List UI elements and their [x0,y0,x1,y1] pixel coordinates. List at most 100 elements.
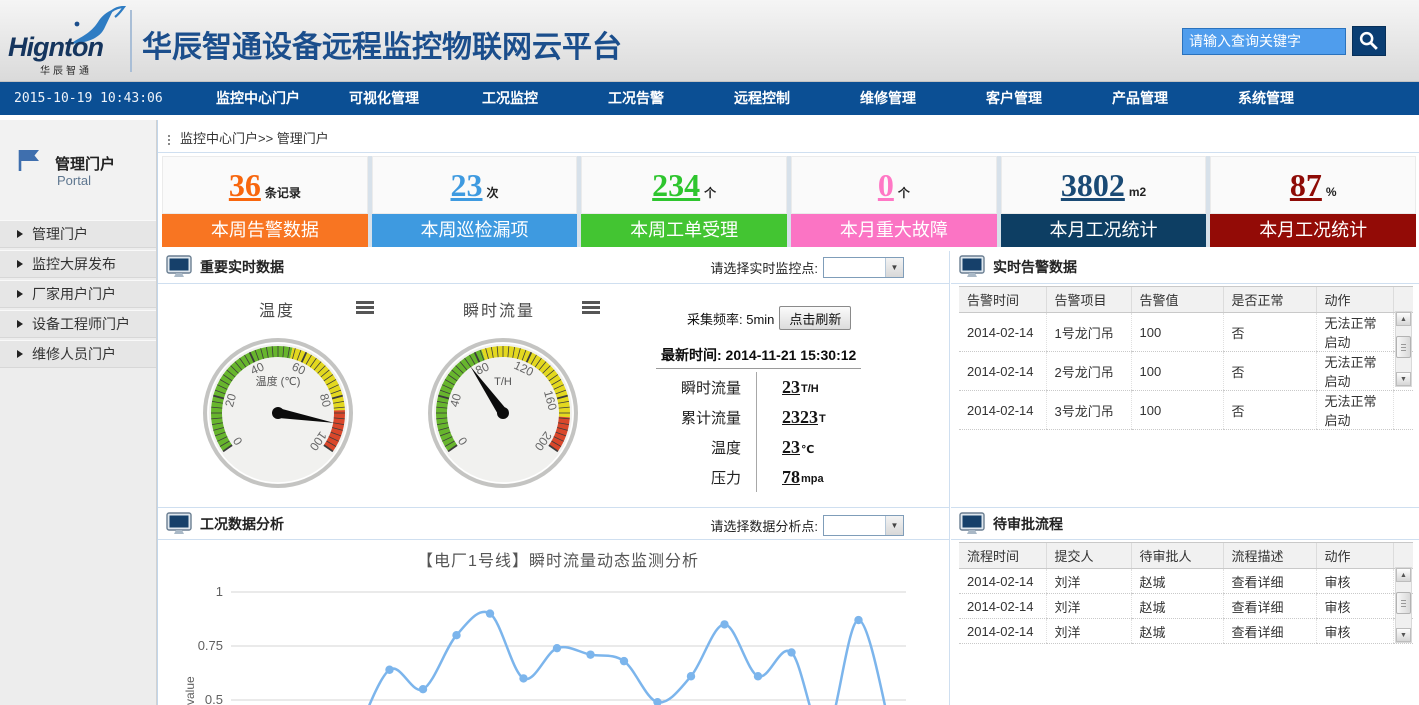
stat-label[interactable]: 本周告警数据 [162,214,368,247]
cell: 3号龙门吊 [1046,391,1131,430]
scroll-thumb[interactable] [1396,336,1411,358]
cell: 2014-02-14 [959,352,1046,391]
stat-card-monthly-condition-area: 3802 m2 本月工况统计 [1001,156,1207,247]
readout-label: 累计流量 [621,407,756,428]
stat-label[interactable]: 本月工况统计 [1210,214,1416,247]
scroll-down-icon[interactable]: ▼ [1396,372,1411,386]
scroll-up-icon[interactable]: ▲ [1396,568,1411,582]
app-title: 华辰智通设备远程监控物联网云平台 [142,22,622,66]
logo-divider [130,10,132,72]
search-button[interactable] [1352,26,1386,56]
chevron-down-icon[interactable]: ▼ [885,516,903,535]
stat-value-link[interactable]: 234 [652,167,700,204]
table-row[interactable]: 2014-02-143号龙门吊100否无法正常启动 [959,391,1413,430]
sidebar-item-repairer-portal[interactable]: 维修人员门户 [0,340,156,368]
cell: 2号龙门吊 [1046,352,1131,391]
readout-value-link[interactable]: 78 [782,467,800,488]
stat-value-link[interactable]: 36 [229,167,261,204]
table-row[interactable]: 2014-02-14刘洋赵城查看详细审核 [959,569,1413,594]
stats-row: 36 条记录 本周告警数据 23 次 本周巡检漏项 234 个 本周工单受理 0… [162,156,1416,247]
cell: 赵城 [1131,619,1223,644]
divider [158,152,1419,153]
readout-row: 瞬时流量 23T/H [621,372,901,402]
alarm-table-scrollbar[interactable]: ▲ ▼ [1395,311,1412,387]
nav-item-condition-alarm[interactable]: 工况告警 [573,82,699,115]
stat-value-link[interactable]: 87 [1290,167,1322,204]
analysis-panel-header: 工况数据分析 请选择数据分析点: ▼ [158,507,949,540]
realtime-panel-header: 重要实时数据 请选择实时监控点: ▼ [158,251,949,284]
gauge-svg: 020406080100温度 (℃) [203,338,353,488]
cell[interactable]: 审核 [1316,594,1393,619]
table-row[interactable]: 2014-02-14刘洋赵城查看详细审核 [959,594,1413,619]
readout-list: 瞬时流量 23T/H 累计流量 2323T 温度 23℃ 压力 78mpa [621,372,901,492]
stat-value-link[interactable]: 0 [878,167,894,204]
sidebar-item-manufacturer-portal[interactable]: 厂家用户门户 [0,280,156,308]
nav-item-condition-monitor[interactable]: 工况监控 [447,82,573,115]
readout-value-link[interactable]: 23 [782,377,800,398]
logo[interactable]: Hignton 华辰智通 [6,6,128,76]
gauge-menu-icon[interactable] [356,301,374,316]
datetime-display: 2015-10-19 10:43:06 [0,91,195,106]
stat-card-weekly-alarms: 36 条记录 本周告警数据 [162,156,368,247]
cell[interactable]: 审核 [1316,619,1393,644]
table-row[interactable]: 2014-02-14刘洋赵城查看详细审核 [959,619,1413,644]
cell: 刘洋 [1046,569,1131,594]
combo-field[interactable] [824,516,885,535]
cell: 无法正常启动 [1316,352,1393,391]
nav-item-product[interactable]: 产品管理 [1077,82,1203,115]
frequency-label: 采集频率: 5min [687,309,774,328]
select-label: 请选择实时监控点: [710,258,818,277]
realtime-point-select[interactable]: ▼ [823,257,904,278]
col-action: 动作 [1316,543,1393,569]
chevron-down-icon[interactable]: ▼ [885,258,903,277]
analysis-point-select[interactable]: ▼ [823,515,904,536]
stat-value-link[interactable]: 3802 [1061,167,1125,204]
scroll-up-icon[interactable]: ▲ [1396,312,1411,326]
readout-value-link[interactable]: 2323 [782,407,818,428]
stat-card-weekly-workorders: 234 个 本周工单受理 [581,156,787,247]
nav-item-maintenance[interactable]: 维修管理 [825,82,951,115]
nav-item-customer[interactable]: 客户管理 [951,82,1077,115]
stat-unit: 个 [898,184,910,201]
sidebar-item-engineer-portal[interactable]: 设备工程师门户 [0,310,156,338]
analysis-select-row: 请选择数据分析点: ▼ [710,515,904,536]
stat-value-box: 0 个 [791,156,997,214]
sidebar-item-admin-portal[interactable]: 管理门户 [0,220,156,248]
nav-item-system[interactable]: 系统管理 [1203,82,1329,115]
table-row[interactable]: 2014-02-142号龙门吊100否无法正常启动 [959,352,1413,391]
nav-item-monitor-center[interactable]: 监控中心门户 [195,82,321,115]
cell[interactable]: 查看详细 [1223,594,1316,619]
cell: 100 [1131,391,1223,430]
approvals-panel-header: 待审批流程 [951,507,1419,540]
nav-item-visualization[interactable]: 可视化管理 [321,82,447,115]
search-input[interactable] [1182,28,1346,55]
scroll-thumb[interactable] [1396,592,1411,614]
stat-label[interactable]: 本月工况统计 [1001,214,1207,247]
cell[interactable]: 审核 [1316,569,1393,594]
stat-label[interactable]: 本周巡检漏项 [372,214,578,247]
approval-table-scrollbar[interactable]: ▲ ▼ [1395,567,1412,643]
nav-item-remote-control[interactable]: 远程控制 [699,82,825,115]
stat-value-link[interactable]: 23 [451,167,483,204]
cell[interactable]: 查看详细 [1223,569,1316,594]
cell: 否 [1223,391,1316,430]
refresh-button[interactable]: 点击刷新 [779,306,851,330]
stat-label[interactable]: 本周工单受理 [581,214,787,247]
breadcrumb-icon [168,135,170,137]
gauge-menu-icon[interactable] [582,301,600,316]
chart-point [720,620,728,628]
readout-value-link[interactable]: 23 [782,437,800,458]
readout-unit: T/H [801,383,819,395]
stat-value-box: 23 次 [372,156,578,214]
chart-point [653,698,661,705]
stat-value-box: 234 个 [581,156,787,214]
stat-label[interactable]: 本月重大故障 [791,214,997,247]
cell[interactable]: 查看详细 [1223,619,1316,644]
flow-analysis-chart: 10.750.5value [158,565,918,705]
scroll-down-icon[interactable]: ▼ [1396,628,1411,642]
combo-field[interactable] [824,258,885,277]
cell: 无法正常启动 [1316,391,1393,430]
divider [656,368,861,369]
sidebar-item-screen-publish[interactable]: 监控大屏发布 [0,250,156,278]
table-row[interactable]: 2014-02-141号龙门吊100否无法正常启动 [959,313,1413,352]
